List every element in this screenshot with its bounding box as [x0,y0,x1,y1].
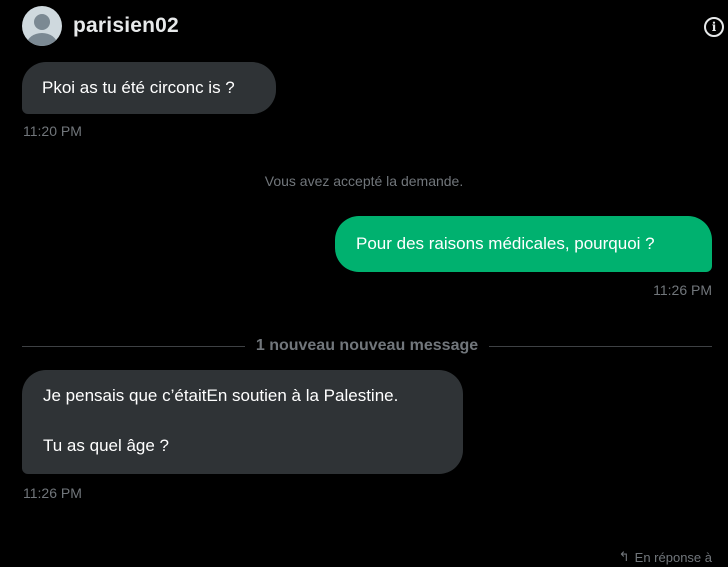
info-icon: i [711,20,717,34]
new-messages-divider: 1 nouveau nouveau message [22,335,712,357]
message-bubble-incoming[interactable]: Pkoi as tu été circonc is ? [22,62,276,114]
reply-to-button[interactable]: ↰ En réponse à [619,549,712,565]
divider-line [489,345,712,347]
conversation-header[interactable]: parisien02 [22,5,179,47]
dm-conversation: parisien02 i Pkoi as tu été circonc is ?… [0,0,728,567]
message-bubble-incoming[interactable]: Je pensais que c’étaitEn soutien à la Pa… [22,370,463,474]
reply-icon: ↰ [618,549,630,564]
message-text: Pkoi as tu été circonc is ? [42,78,235,97]
divider-line [22,345,245,347]
message-timestamp: 11:26 PM [23,485,82,501]
message-timestamp: 11:26 PM [653,282,712,298]
reply-label: En réponse à [634,549,712,565]
username[interactable]: parisien02 [73,14,179,38]
message-timestamp: 11:20 PM [23,123,82,139]
default-avatar-head [34,14,50,30]
message-text: Pour des raisons médicales, pourquoi ? [356,234,655,253]
message-bubble-outgoing[interactable]: Pour des raisons médicales, pourquoi ? [335,216,712,272]
info-button[interactable]: i [704,17,724,37]
avatar[interactable] [22,6,62,46]
message-text-line: Tu as quel âge ? [43,436,170,455]
message-text-line: Je pensais que c’étaitEn soutien à la Pa… [43,386,399,405]
system-notice: Vous avez accepté la demande. [264,173,464,189]
divider-label: 1 nouveau nouveau message [255,337,479,354]
default-avatar-body [27,33,57,46]
